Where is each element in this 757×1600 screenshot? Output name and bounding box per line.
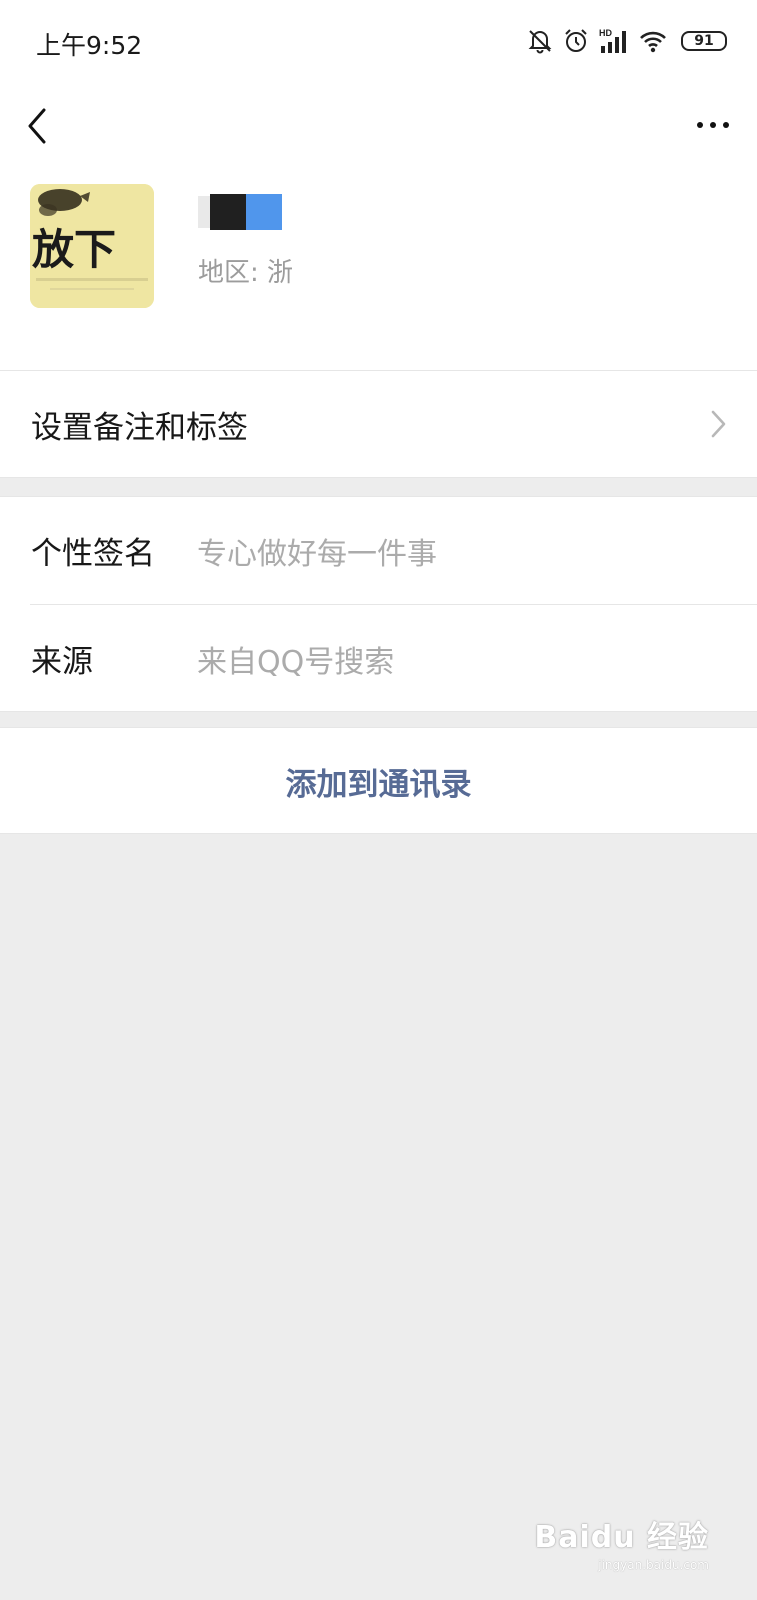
source-value: 来自QQ号搜索 bbox=[197, 644, 395, 680]
back-button[interactable] bbox=[20, 104, 56, 148]
more-button[interactable] bbox=[691, 112, 735, 138]
add-to-contacts-button[interactable]: 添加到通讯录 bbox=[0, 728, 757, 835]
more-dot bbox=[710, 122, 716, 128]
set-remark-label: 设置备注和标签 bbox=[31, 410, 248, 446]
watermark: Baidu 经验 jingyan.baidu.com bbox=[534, 1512, 709, 1572]
redaction-block bbox=[210, 194, 246, 230]
chevron-left-icon bbox=[28, 108, 46, 144]
status-bar: 上午9:52 HD 91 bbox=[0, 0, 757, 82]
region-text: 地区: 浙 bbox=[198, 257, 294, 288]
signature-label: 个性签名 bbox=[31, 536, 155, 572]
redaction-block bbox=[246, 194, 282, 230]
signal-icon: HD bbox=[599, 28, 626, 53]
redaction-block bbox=[198, 196, 210, 228]
battery-level: 91 bbox=[694, 33, 714, 49]
profile-header: 放下 地区: 浙 bbox=[0, 82, 757, 370]
avatar-image: 放下 bbox=[30, 184, 154, 308]
signature-cell: 个性签名 专心做好每一件事 bbox=[0, 497, 757, 605]
mute-bell-icon bbox=[528, 30, 552, 54]
status-icons: HD 91 bbox=[527, 24, 727, 58]
more-dot bbox=[723, 122, 729, 128]
avatar[interactable]: 放下 bbox=[30, 184, 154, 308]
set-remark-cell[interactable]: 设置备注和标签 bbox=[0, 371, 757, 478]
remark-section: 设置备注和标签 bbox=[0, 370, 757, 478]
avatar-title: 放下 bbox=[32, 225, 116, 274]
wifi-icon bbox=[640, 31, 666, 53]
chevron-right-icon bbox=[711, 410, 726, 438]
nickname-redacted bbox=[198, 194, 282, 230]
watermark-url: jingyan.baidu.com bbox=[598, 1558, 709, 1572]
alarm-clock-icon bbox=[565, 29, 587, 52]
network-type-label: HD bbox=[599, 28, 612, 38]
more-dot bbox=[697, 122, 703, 128]
source-cell: 来源 来自QQ号搜索 bbox=[0, 605, 757, 712]
signature-value: 专心做好每一件事 bbox=[197, 536, 437, 572]
info-section: 个性签名 专心做好每一件事 来源 来自QQ号搜索 bbox=[0, 496, 757, 712]
status-time: 上午9:52 bbox=[36, 31, 143, 60]
watermark-logo: Baidu 经验 bbox=[534, 1520, 709, 1555]
source-label: 来源 bbox=[31, 644, 93, 680]
action-section: 添加到通讯录 bbox=[0, 727, 757, 834]
battery-icon: 91 bbox=[681, 31, 727, 51]
